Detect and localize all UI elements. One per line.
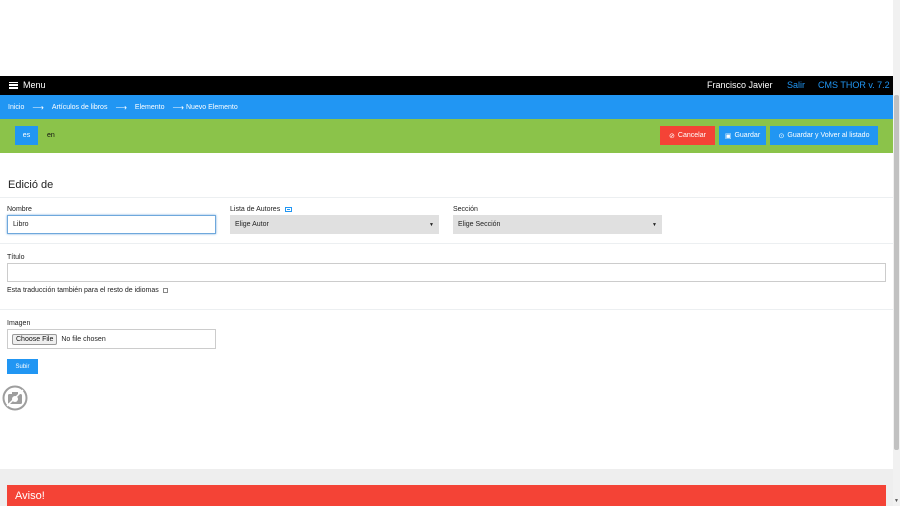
page-title: Edició de [8,179,54,191]
save-button-label: Guardar [734,132,761,139]
chevron-down-icon: ▼ [652,221,657,228]
titulo-input[interactable] [7,263,886,282]
breadcrumb-item-elemento[interactable]: Elemento [135,104,165,111]
hamburger-icon [9,81,18,89]
arrow-circle-icon: ⊙ [778,132,785,140]
save-button[interactable]: ▣ Guardar [719,126,766,145]
translate-all-label: Esta traducción también para el resto de… [7,287,159,294]
file-status: No file chosen [61,335,106,343]
cancel-button[interactable]: ⊘ Cancelar [660,126,715,145]
translate-all-checkbox[interactable] [162,287,168,293]
breadcrumb-item-inicio[interactable]: Inicio [8,104,24,111]
breadcrumb-arrow-icon: ⟶ [32,102,44,112]
divider [0,243,893,244]
image-file-input[interactable]: Choose File No file chosen [7,329,216,349]
list-icon[interactable] [285,206,293,212]
autor-select-value: Elige Autor [235,221,269,228]
upload-button[interactable]: Subir [7,359,38,374]
nombre-label: Nombre [7,206,32,213]
menu-button[interactable]: Menu [9,80,46,90]
alert-title: Aviso! [15,489,45,502]
cancel-button-label: Cancelar [677,132,706,139]
floppy-icon: ▣ [724,132,732,140]
user-name[interactable]: Francisco Javier [707,80,773,90]
autor-select[interactable]: Elige Autor ▼ [230,215,439,234]
save-and-back-button-label: Guardar y Volver al listado [787,132,870,139]
choose-file-button[interactable]: Choose File [12,333,58,345]
seccion-select[interactable]: Elige Sección ▼ [453,215,662,234]
seccion-select-value: Elige Sección [458,221,501,228]
breadcrumb: Inicio ⟶ Artículos de libros ⟶ Elemento … [0,95,893,119]
divider [0,309,893,310]
breadcrumb-item-articulos[interactable]: Artículos de libros [52,104,108,111]
chevron-down-icon: ▼ [429,221,434,228]
language-tab-en[interactable]: en [47,132,55,139]
translate-all-row: Esta traducción también para el resto de… [7,287,168,294]
cms-version-link[interactable]: CMS THOR v. 7.2 [818,80,890,90]
autores-label-text: Lista de Autores [230,206,281,213]
scrollbar-thumb[interactable] [894,95,899,450]
divider [0,197,893,198]
seccion-label: Sección [453,206,478,213]
nombre-input-value: Libro [13,221,29,228]
alert-box: Aviso! [7,485,886,506]
scroll-down-icon[interactable]: ▼ [894,498,899,504]
breadcrumb-item-nuevo: Nuevo Elemento [185,103,238,111]
language-tab-es[interactable]: es [15,126,38,145]
menu-label: Menu [23,80,46,90]
nombre-input[interactable]: Libro [7,215,216,234]
breadcrumb-arrow-icon: ⟶ [172,102,184,112]
top-navbar: Menu Francisco Javier Salir CMS THOR v. … [0,76,893,95]
save-and-back-button[interactable]: ⊙ Guardar y Volver al listado [770,126,878,145]
autores-label: Lista de Autores [230,206,293,213]
imagen-label: Imagen [7,320,31,327]
camera-icon [2,385,28,411]
titulo-label: Título [7,254,25,261]
breadcrumb-arrow-icon: ⟶ [115,102,127,112]
logout-link[interactable]: Salir [787,80,805,90]
cancel-circle-icon: ⊘ [669,132,675,140]
